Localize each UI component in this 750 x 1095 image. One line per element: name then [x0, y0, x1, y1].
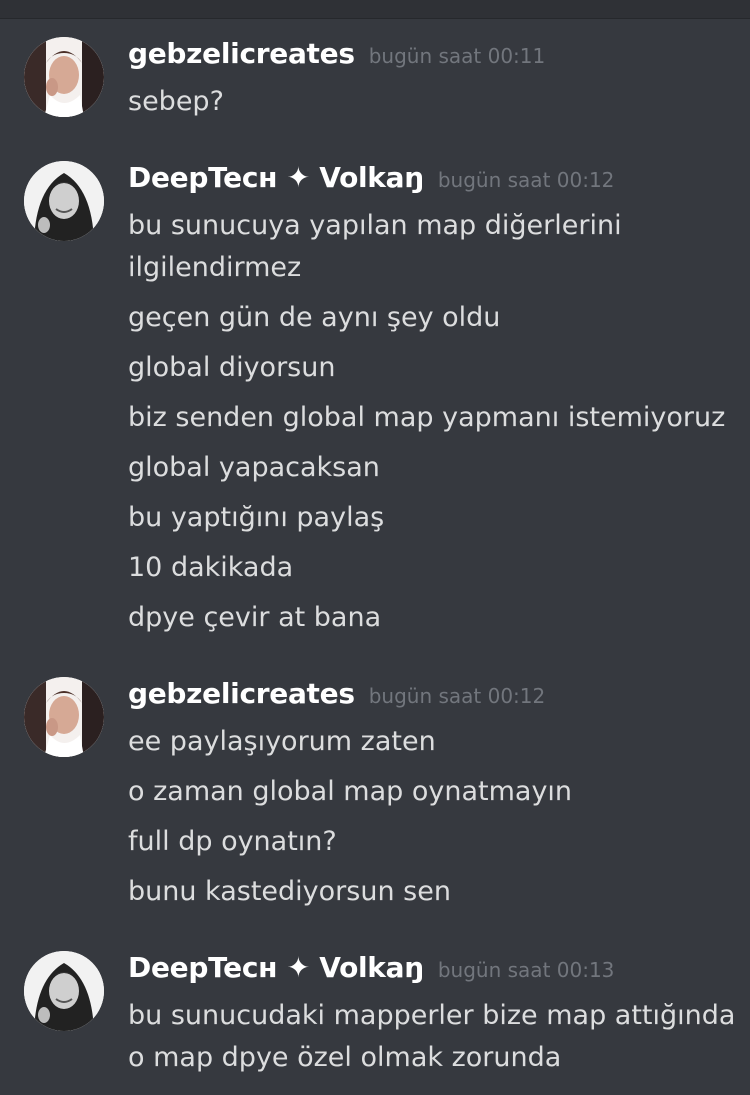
message-line: bu sunucudaki mapperler bize map attığın… [128, 1000, 736, 1031]
timestamp[interactable]: bugün saat 00:13 [438, 958, 615, 982]
username[interactable]: DeepTecн ✦ Volkaŋ [128, 951, 424, 984]
message-line: global yapacaksan [128, 452, 380, 483]
timestamp[interactable]: bugün saat 00:12 [438, 168, 615, 192]
timestamp[interactable]: bugün saat 00:11 [369, 44, 546, 68]
message-line: dpye çevir at bana [128, 602, 382, 633]
message-content: bu sunucudaki mapperler bize map attığın… [128, 995, 736, 1079]
message-line: bu sunucuya yapılan map diğerlerini ilgi… [128, 210, 622, 283]
message-header: gebzelicreates bugün saat 00:12 [128, 677, 545, 717]
message-line: bu yaptığını paylaş [128, 502, 385, 533]
username[interactable]: gebzelicreates [128, 677, 355, 710]
avatar[interactable] [24, 161, 104, 241]
message-content: ee paylaşıyorum zaten o zaman global map… [128, 721, 728, 921]
message-line: full dp oynatın? [128, 826, 337, 857]
message-line: biz senden global map yapmanı istemiyoru… [128, 402, 726, 433]
timestamp[interactable]: bugün saat 00:12 [369, 684, 546, 708]
message-line: ee paylaşıyorum zaten [128, 726, 436, 757]
username[interactable]: DeepTecн ✦ Volkaŋ [128, 161, 424, 194]
message-content: bu sunucuya yapılan map diğerlerini ilgi… [128, 205, 728, 647]
message-header: gebzelicreates bugün saat 00:11 [128, 37, 545, 77]
message-line: geçen gün de aynı şey oldu [128, 302, 501, 333]
message-content: sebep? [128, 81, 728, 131]
message-line: sebep? [128, 86, 224, 117]
top-bar [0, 0, 750, 19]
message-line: bunu kastediyorsun sen [128, 876, 451, 907]
message-line: o zaman global map oynatmayın [128, 776, 573, 807]
avatar[interactable] [24, 677, 104, 757]
avatar[interactable] [24, 951, 104, 1031]
username[interactable]: gebzelicreates [128, 37, 355, 70]
message-line: global diyorsun [128, 352, 336, 383]
message-header: DeepTecн ✦ Volkaŋ bugün saat 00:12 [128, 161, 614, 201]
message-line: o map dpye özel olmak zorunda [128, 1042, 562, 1073]
avatar[interactable] [24, 37, 104, 117]
message-header: DeepTecн ✦ Volkaŋ bugün saat 00:13 [128, 951, 614, 991]
message-line: 10 dakikada [128, 552, 294, 583]
